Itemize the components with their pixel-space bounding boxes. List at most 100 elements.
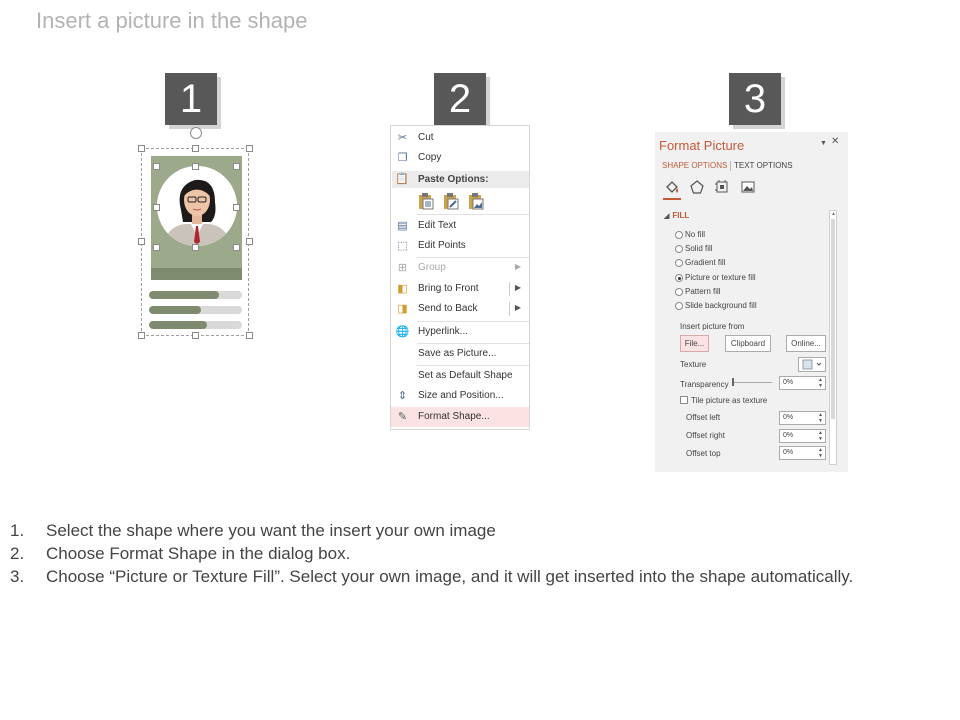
online-button[interactable]: Online... bbox=[786, 335, 826, 352]
texture-swatch-icon bbox=[802, 359, 822, 370]
profile-photo[interactable] bbox=[157, 166, 237, 246]
picture-handle[interactable] bbox=[233, 204, 240, 211]
edit-points-icon: ⬚ bbox=[397, 240, 408, 252]
tab-text-options[interactable]: TEXT OPTIONS bbox=[734, 161, 793, 170]
transparency-slider-track[interactable] bbox=[732, 382, 772, 383]
tab-shape-options[interactable]: SHAPE OPTIONS bbox=[662, 161, 727, 170]
tile-checkbox[interactable] bbox=[680, 396, 688, 404]
picture-icon[interactable] bbox=[740, 179, 756, 195]
radio-circle bbox=[675, 302, 683, 310]
submenu-arrow-icon: ▶ bbox=[514, 283, 521, 292]
progress-bar bbox=[149, 321, 242, 329]
spin-arrows-icon[interactable]: ▲ ▼ bbox=[818, 430, 823, 442]
clipboard-button[interactable]: Clipboard bbox=[725, 335, 771, 352]
menu-item-hyperlink[interactable]: 🌐 Hyperlink... bbox=[391, 322, 529, 342]
fill-section-header[interactable]: ◢ FILL bbox=[664, 211, 689, 220]
progress-fill bbox=[149, 291, 219, 299]
page-title: Insert a picture in the shape bbox=[36, 8, 308, 33]
resize-handle[interactable] bbox=[246, 332, 253, 339]
paste-picture-icon[interactable] bbox=[467, 192, 485, 210]
edit-text-icon: ▤ bbox=[397, 220, 408, 232]
size-position-icon: ⇕ bbox=[397, 390, 408, 402]
transparency-slider-handle[interactable] bbox=[732, 378, 734, 386]
offset-right-label: Offset right bbox=[686, 431, 725, 440]
radio-circle-selected bbox=[675, 274, 683, 282]
progress-bar bbox=[149, 306, 242, 314]
format-picture-pane: Format Picture ▼ ✕ SHAPE OPTIONS TEXT OP… bbox=[655, 132, 848, 472]
menu-item-bring-to-front[interactable]: ◧ Bring to Front ▶ bbox=[391, 279, 529, 299]
menu-separator bbox=[417, 214, 529, 215]
fill-line-icon[interactable] bbox=[664, 179, 680, 195]
menu-item-size-position[interactable]: ⇕ Size and Position... bbox=[391, 386, 529, 406]
person-image-icon bbox=[157, 166, 237, 246]
bring-front-icon: ◧ bbox=[397, 283, 408, 295]
resize-handle[interactable] bbox=[192, 145, 199, 152]
submenu-divider bbox=[509, 282, 510, 296]
menu-item-cut[interactable]: ✂ Cut bbox=[391, 128, 529, 148]
card-band bbox=[151, 268, 242, 280]
texture-picker[interactable] bbox=[798, 357, 826, 372]
paste-keep-format-icon[interactable] bbox=[417, 192, 435, 210]
tile-label: Tile picture as texture bbox=[691, 396, 768, 405]
menu-item-group[interactable]: ⊞ Group ▶ bbox=[391, 258, 529, 278]
menu-item-save-as-picture[interactable]: Save as Picture... bbox=[391, 344, 529, 364]
paste-merge-format-icon[interactable] bbox=[442, 192, 460, 210]
picture-handle[interactable] bbox=[192, 244, 199, 251]
resize-handle[interactable] bbox=[246, 238, 253, 245]
step-badge-1: 1 bbox=[165, 73, 217, 125]
picture-handle[interactable] bbox=[233, 244, 240, 251]
pane-options-dropdown-icon[interactable]: ▼ bbox=[820, 140, 827, 147]
menu-item-format-shape[interactable]: ✎ Format Shape... bbox=[391, 407, 529, 427]
radio-slide-background-fill[interactable]: Slide background fill bbox=[675, 301, 825, 313]
submenu-arrow-icon: ▶ bbox=[514, 262, 521, 271]
effects-icon[interactable] bbox=[689, 179, 705, 195]
spin-arrows-icon[interactable]: ▲ ▼ bbox=[818, 377, 823, 389]
group-icon: ⊞ bbox=[397, 262, 408, 274]
close-icon[interactable]: ✕ bbox=[831, 136, 839, 147]
menu-item-send-to-back[interactable]: ◨ Send to Back ▶ bbox=[391, 299, 529, 319]
step-badge-2: 2 bbox=[434, 73, 486, 125]
format-shape-icon: ✎ bbox=[397, 411, 408, 423]
progress-fill bbox=[149, 321, 207, 329]
resize-handle[interactable] bbox=[138, 238, 145, 245]
size-properties-icon[interactable] bbox=[714, 179, 730, 195]
transparency-label: Transparency bbox=[680, 380, 729, 389]
collapse-triangle-icon: ◢ bbox=[664, 213, 670, 220]
progress-bar bbox=[149, 291, 242, 299]
radio-gradient-fill[interactable]: Gradient fill bbox=[675, 258, 825, 270]
offset-top-label: Offset top bbox=[686, 449, 721, 458]
menu-item-copy[interactable]: ❐ Copy bbox=[391, 148, 529, 168]
offset-left-label: Offset left bbox=[686, 413, 721, 422]
offset-top-input[interactable]: 0% ▲ ▼ bbox=[779, 446, 826, 460]
scissors-icon: ✂ bbox=[397, 132, 408, 144]
offset-left-input[interactable]: 0% ▲ ▼ bbox=[779, 411, 826, 425]
menu-item-edit-points[interactable]: ⬚ Edit Points bbox=[391, 236, 529, 256]
radio-picture-texture-fill[interactable]: Picture or texture fill bbox=[675, 273, 825, 285]
transparency-input[interactable]: 0% ▲ ▼ bbox=[779, 376, 826, 390]
picture-handle[interactable] bbox=[233, 163, 240, 170]
file-button[interactable]: File... bbox=[680, 335, 709, 352]
resize-handle[interactable] bbox=[138, 332, 145, 339]
rotate-handle-icon[interactable] bbox=[190, 127, 202, 139]
spin-arrows-icon[interactable]: ▲ ▼ bbox=[818, 447, 823, 459]
active-icon-indicator bbox=[663, 198, 681, 200]
resize-handle[interactable] bbox=[138, 145, 145, 152]
picture-handle[interactable] bbox=[153, 244, 160, 251]
scroll-up-icon[interactable]: ▲ bbox=[831, 211, 836, 217]
scrollbar-thumb[interactable] bbox=[831, 219, 835, 419]
resize-handle[interactable] bbox=[192, 332, 199, 339]
menu-item-set-default-shape[interactable]: Set as Default Shape bbox=[391, 366, 529, 386]
picture-handle[interactable] bbox=[153, 204, 160, 211]
offset-right-input[interactable]: 0% ▲ ▼ bbox=[779, 429, 826, 443]
spin-arrows-icon[interactable]: ▲ ▼ bbox=[818, 412, 823, 424]
radio-solid-fill[interactable]: Solid fill bbox=[675, 244, 825, 256]
pane-title: Format Picture bbox=[659, 138, 745, 153]
picture-handle[interactable] bbox=[192, 163, 199, 170]
pane-scrollbar[interactable]: ▲ bbox=[829, 210, 837, 465]
radio-no-fill[interactable]: No fill bbox=[675, 230, 825, 242]
resize-handle[interactable] bbox=[246, 145, 253, 152]
radio-pattern-fill[interactable]: Pattern fill bbox=[675, 287, 825, 299]
menu-item-edit-text[interactable]: ▤ Edit Text bbox=[391, 216, 529, 236]
picture-handle[interactable] bbox=[153, 163, 160, 170]
hyperlink-icon: 🌐 bbox=[395, 326, 410, 338]
